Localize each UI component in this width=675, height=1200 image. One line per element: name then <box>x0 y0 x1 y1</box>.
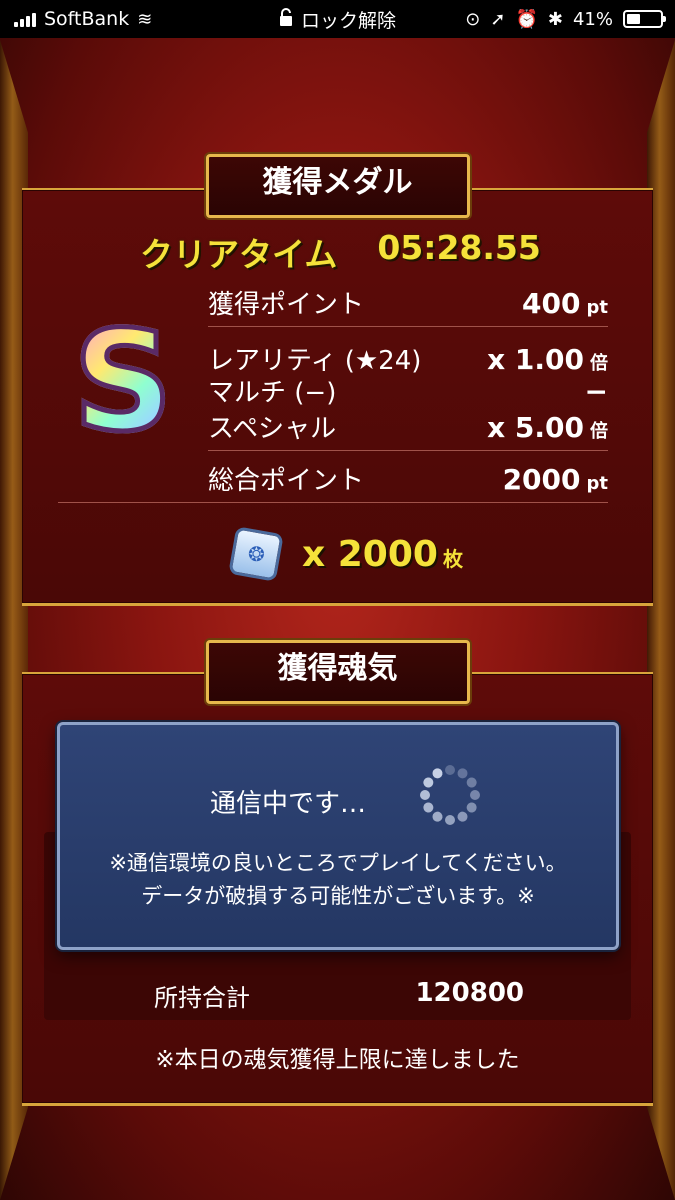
spinner-dot <box>430 809 445 824</box>
rotation-lock-icon: ⊙ <box>465 8 481 30</box>
clear-time-label: クリアタイム <box>140 235 338 274</box>
total-label: 総合ポイント <box>208 466 365 496</box>
total-unit: pt <box>586 473 609 494</box>
alarm-icon: ⏰ <box>515 8 538 30</box>
divider <box>208 326 608 327</box>
connection-warning-line2: データが破損する可能性がございます。※ <box>141 884 535 908</box>
battery-percent: 41% <box>572 8 613 30</box>
points-value: 400 <box>522 287 581 320</box>
special-row: スペシャル x 5.00 倍 <box>208 408 608 445</box>
clear-time-value: 05:28.55 <box>377 228 541 267</box>
spinner-dot <box>470 790 480 800</box>
lock-icon <box>279 7 293 31</box>
divider <box>58 502 608 503</box>
status-bar: SoftBank ≋ ロック解除 ⊙ ➚ ⏰ ✱ 41% <box>0 0 675 38</box>
soul-panel-title: 獲得魂気 <box>205 640 470 704</box>
rarity-unit: 倍 <box>590 353 608 374</box>
total-row: 総合ポイント 2000 pt <box>208 460 608 497</box>
spinner-dot <box>430 766 445 781</box>
spinner-dot <box>455 809 470 824</box>
special-value: x 5.00 <box>487 411 584 444</box>
divider <box>208 450 608 451</box>
spinner-dot <box>420 790 430 800</box>
limit-message: ※本日の魂気獲得上限に達しました <box>155 1047 520 1073</box>
special-unit: 倍 <box>590 421 608 442</box>
spinner-dot <box>445 815 455 825</box>
owned-total-row: 所持合計 120800 <box>154 978 524 1013</box>
spinner-dot <box>421 775 436 790</box>
multi-value: − <box>584 375 608 408</box>
owned-total-label: 所持合計 <box>154 984 250 1012</box>
owned-total-value: 120800 <box>415 978 524 1008</box>
points-label: 獲得ポイント <box>208 290 365 320</box>
connection-warning: ※通信環境の良いところでプレイしてください。 データが破損する可能性がございます… <box>60 847 616 913</box>
medal-count-value: x 2000 <box>302 533 438 575</box>
total-value: 2000 <box>502 463 581 496</box>
loading-spinner-icon <box>418 763 482 827</box>
medal-icon: ❂ <box>228 526 284 582</box>
connecting-message: 通信中です… <box>210 789 367 819</box>
points-row: 獲得ポイント 400 pt <box>208 284 608 321</box>
special-label: スペシャル <box>208 414 337 444</box>
medal-count: ❂ x 2000 枚 <box>228 526 464 582</box>
spinner-dot <box>445 765 455 775</box>
bluetooth-icon: ✱ <box>547 8 563 30</box>
medal-count-unit: 枚 <box>443 546 464 571</box>
multi-row: マルチ (−) − <box>208 372 608 409</box>
clear-time: クリアタイム 05:28.55 <box>140 228 541 276</box>
spinner-dot <box>464 800 479 815</box>
location-icon: ➚ <box>490 8 506 30</box>
multi-label: マルチ (−) <box>208 378 337 408</box>
rank-badge: S <box>68 310 178 453</box>
lock-status-text: ロック解除 <box>300 9 396 32</box>
connection-warning-line1: ※通信環境の良いところでプレイしてください。 <box>109 851 567 875</box>
battery-icon <box>623 10 666 28</box>
connecting-dialog: 通信中です… ※通信環境の良いところでプレイしてください。 データが破損する可能… <box>57 722 619 950</box>
medal-panel-title: 獲得メダル <box>205 154 470 218</box>
spinner-dot <box>464 775 479 790</box>
points-unit: pt <box>586 297 609 318</box>
